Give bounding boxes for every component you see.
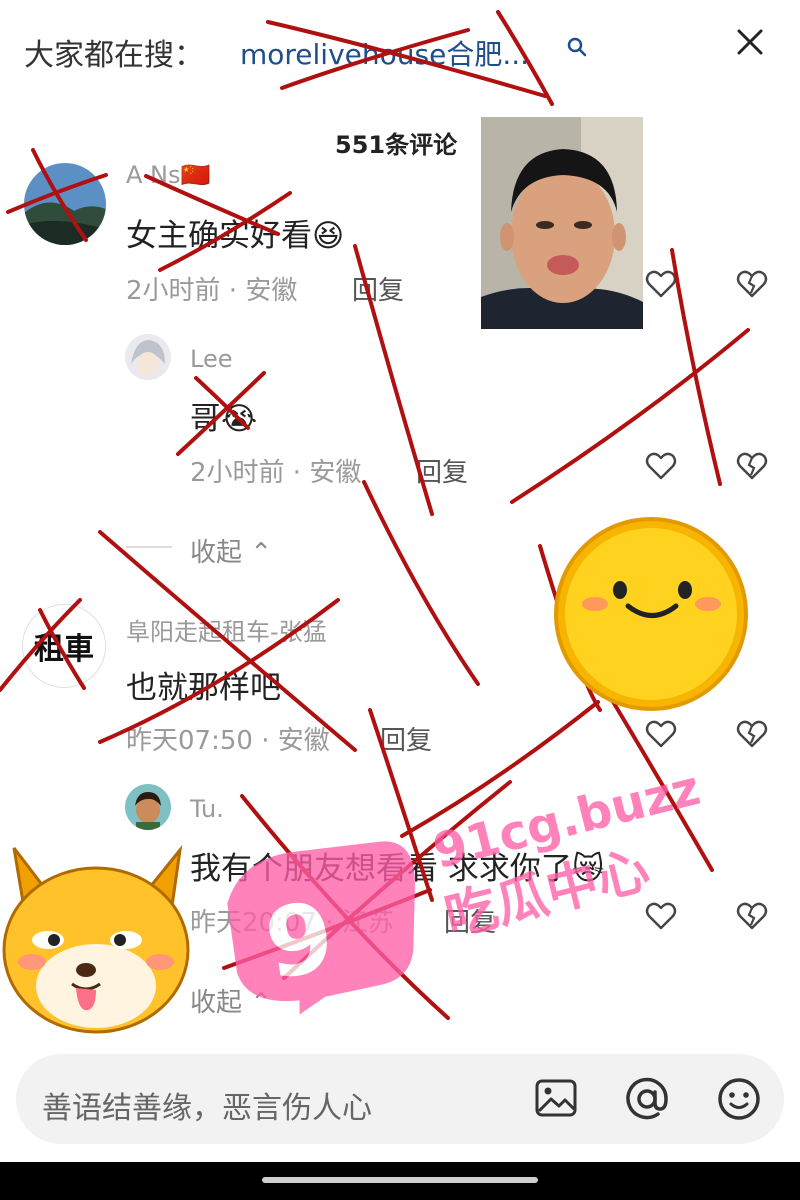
comment-author[interactable]: Lee — [190, 345, 232, 373]
like-heart-icon[interactable] — [644, 267, 678, 301]
comment-count: 551条评论 — [335, 131, 458, 159]
comment-text: 女主确实好看😆 — [126, 218, 345, 254]
reply-button[interactable]: 回复 — [352, 270, 404, 307]
reply-button[interactable]: 回复 — [380, 720, 432, 757]
search-prefix-label: 大家都在搜： — [24, 38, 204, 73]
annotation-overlay: 9 91cg.buzz 吃瓜中心 — [0, 10, 750, 1034]
emoji-picker-icon[interactable] — [716, 1076, 762, 1122]
comment-meta: 昨天07:50 · 安徽 — [126, 726, 330, 756]
comment-meta: 2小时前 · 安徽 — [126, 276, 298, 306]
shiba-dog-sticker — [2, 844, 190, 1034]
avatar-calligraphy-image: 租車 — [23, 605, 105, 687]
inset-photo — [481, 117, 643, 329]
reply-button[interactable]: 回复 — [416, 452, 468, 489]
comment-meta: 昨天20:07 · 江苏 — [190, 908, 394, 938]
chevron-up-icon: ⌃ — [250, 538, 273, 568]
like-heart-icon[interactable] — [644, 449, 678, 483]
search-icon[interactable] — [566, 36, 588, 58]
divider — [126, 546, 172, 548]
reply-button[interactable]: 回复 — [444, 902, 496, 939]
collapse-replies-button[interactable]: 收起 ⌃ — [190, 982, 272, 1019]
chevron-up-icon: ⌃ — [250, 988, 273, 1018]
comment-author[interactable]: 阜阳走起租车-张猛 — [126, 612, 327, 647]
avatar-cartoon-image — [125, 784, 171, 830]
mention-at-icon[interactable] — [624, 1076, 670, 1122]
like-heart-icon[interactable] — [644, 899, 678, 933]
search-suggestion-link[interactable]: morelivehouse合肥... — [240, 33, 529, 73]
close-icon[interactable] — [734, 26, 766, 58]
comment-author[interactable]: A Ns🇨🇳 — [126, 161, 210, 189]
comment-text: 也就那样吧 — [126, 670, 281, 706]
dislike-broken-heart-icon[interactable] — [735, 899, 769, 933]
comment-author[interactable]: Tu. — [190, 795, 224, 823]
avatar[interactable]: 租車 — [22, 604, 106, 688]
comment-text: 哥😭 — [190, 401, 258, 437]
comment-meta: 2小时前 · 安徽 — [190, 458, 362, 488]
dislike-broken-heart-icon[interactable] — [735, 449, 769, 483]
watermark-logo: 9 91cg.buzz 吃瓜中心 — [227, 760, 705, 1015]
home-gesture-indicator[interactable] — [262, 1177, 538, 1183]
avatar[interactable] — [125, 784, 171, 830]
svg-text:租車: 租車 — [34, 632, 94, 667]
image-picker-icon[interactable] — [534, 1076, 578, 1120]
dislike-broken-heart-icon[interactable] — [735, 717, 769, 751]
comment-text: 我有个朋友想看看 求求你了😿 — [190, 851, 605, 887]
smiley-face-sticker — [554, 517, 748, 711]
like-heart-icon[interactable] — [644, 717, 678, 751]
collapse-label: 收起 — [190, 538, 243, 568]
avatar[interactable] — [125, 334, 171, 380]
avatar[interactable] — [24, 163, 106, 245]
dislike-broken-heart-icon[interactable] — [735, 267, 769, 301]
collapse-replies-button[interactable]: 收起 ⌃ — [190, 532, 272, 569]
comment-input[interactable]: 善语结善缘，恶言伤人心 — [42, 1083, 372, 1127]
collapse-label: 收起 — [190, 988, 243, 1018]
avatar-landscape-image — [24, 163, 106, 245]
search-bar[interactable]: 大家都在搜： morelivehouse合肥... — [0, 0, 800, 90]
avatar-anime-image — [125, 334, 171, 380]
